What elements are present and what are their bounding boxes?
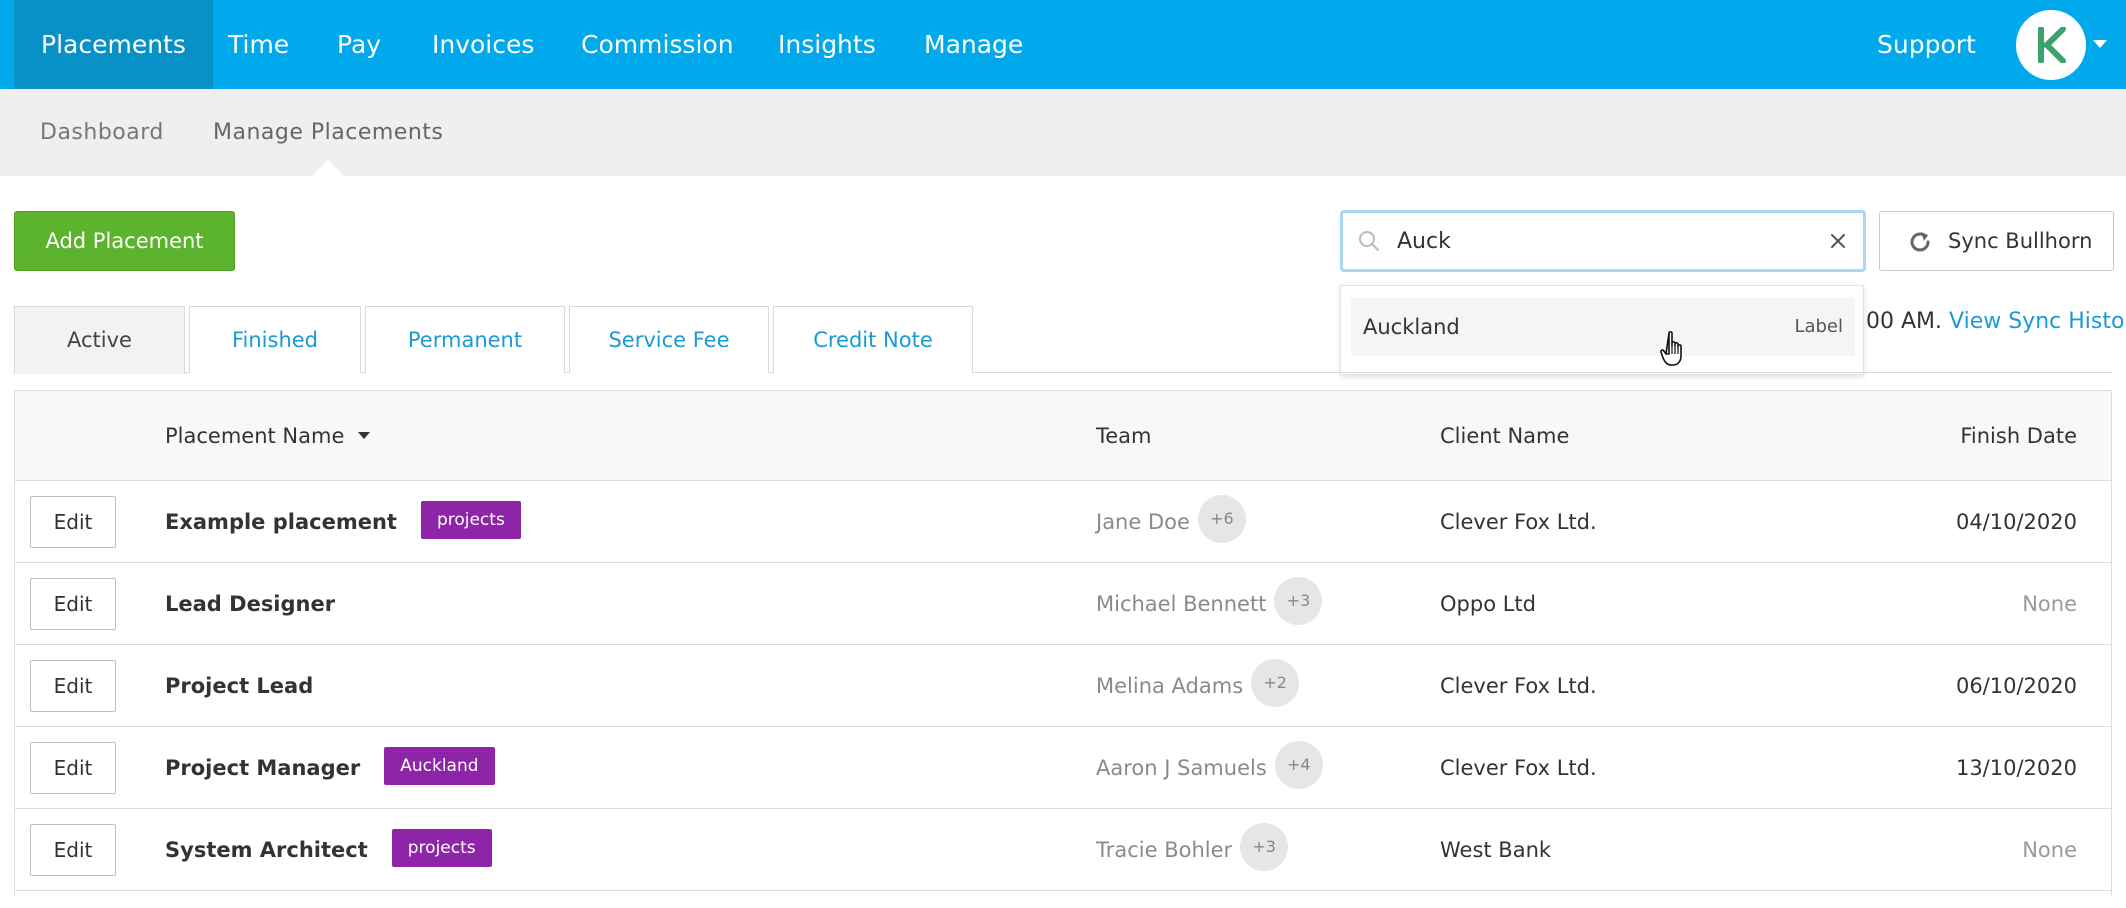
label-tag: Auckland [384,747,495,785]
team-count-badge: +6 [1197,495,1246,543]
nav-support[interactable]: Support [1850,0,2003,89]
team-cell: Tracie Bohler +3 [1096,809,1289,891]
hand-cursor-icon [1660,331,1682,366]
finish-date: 13/10/2020 [1955,756,2077,780]
nav-pay[interactable]: Pay [310,0,408,89]
suggestion-label: Auckland [1363,315,1460,339]
finish-date: 06/10/2020 [1955,674,2077,698]
table-row: Edit System Architect projects Tracie Boh… [15,809,2111,891]
column-placement-name[interactable]: Placement Name [165,391,371,481]
search-suggestions: Auckland Label [1340,285,1864,375]
team-cell: Jane Doe +6 [1096,481,1246,563]
team-cell: Michael Bennett +3 [1096,563,1323,645]
sync-bullhorn-label: Sync Bullhorn [1948,229,2093,253]
label-tag: projects [391,829,492,867]
label-tag: projects [420,501,521,539]
tab-credit-note[interactable]: Credit Note [773,306,973,373]
suggestion-type: Label [1794,316,1843,337]
search-icon [1359,231,1379,251]
nav-placements[interactable]: Placements [14,0,213,89]
active-indicator [312,160,344,176]
close-icon[interactable] [1828,231,1848,251]
placements-table: Placement Name Team Client Name Finish D… [14,390,2112,896]
tab-finished[interactable]: Finished [189,306,361,373]
placement-name: Lead Designer [165,592,336,616]
edit-button[interactable]: Edit [30,742,116,794]
refresh-icon [1910,232,1930,252]
nav-time[interactable]: Time [201,0,316,89]
client-name: Clever Fox Ltd. [1440,756,1597,780]
edit-button[interactable]: Edit [30,496,116,548]
team-cell: Aaron J Samuels +4 [1096,727,1323,809]
edit-button[interactable]: Edit [30,824,116,876]
tab-service-fee[interactable]: Service Fee [569,306,769,373]
placement-name: System Architect projects [165,809,492,891]
search-box[interactable] [1340,210,1866,272]
placement-name: Project Lead [165,674,314,698]
finish-date: 04/10/2020 [1955,510,2077,534]
sub-navigation: Dashboard Manage Placements [0,89,2126,176]
edit-button[interactable]: Edit [30,660,116,712]
finish-date: None [2022,838,2077,862]
team-count-badge: +3 [1240,823,1289,871]
suggestion-item[interactable]: Auckland Label [1351,298,1855,356]
client-name: Oppo Ltd [1440,592,1536,616]
chevron-down-icon[interactable] [2093,40,2107,48]
finish-date: None [2022,592,2077,616]
table-row: Edit Project Manager Auckland Aaron J Sam… [15,727,2111,809]
column-client-name: Client Name [1440,424,1570,448]
column-finish-date: Finish Date [1960,424,2077,448]
tab-permanent[interactable]: Permanent [365,306,565,373]
client-name: Clever Fox Ltd. [1440,674,1597,698]
kh-logo-icon [2038,27,2066,63]
sync-info: 00 AM. View Sync History [1866,309,2126,334]
tab-active[interactable]: Active [14,306,185,374]
placement-name: Example placement projects [165,481,521,563]
client-name: Clever Fox Ltd. [1440,510,1597,534]
team-cell: Melina Adams +2 [1096,645,1300,727]
team-count-badge: +4 [1274,741,1323,789]
placement-name: Project Manager Auckland [165,727,495,809]
view-sync-history-link[interactable]: View Sync History [1949,309,2126,334]
table-header: Placement Name Team Client Name Finish D… [15,391,2111,481]
column-team: Team [1096,424,1152,448]
table-row: Edit Example placement projects Jane Doe +… [15,481,2111,563]
top-navigation: Placements Time Pay Invoices Commission … [0,0,2126,89]
client-name: West Bank [1440,838,1552,862]
nav-invoices[interactable]: Invoices [405,0,561,89]
sync-bullhorn-button[interactable]: Sync Bullhorn [1879,211,2114,271]
table-row: Edit Lead Designer Michael Bennett +3 Opp… [15,563,2111,645]
nav-manage[interactable]: Manage [897,0,1050,89]
table-row: Edit Project Lead Melina Adams +2 Clever … [15,645,2111,727]
nav-insights[interactable]: Insights [751,0,903,89]
last-sync-text: 00 AM. [1866,309,1943,334]
team-count-badge: +2 [1251,659,1300,707]
nav-commission[interactable]: Commission [554,0,761,89]
user-avatar[interactable] [2016,10,2086,80]
team-count-badge: +3 [1274,577,1323,625]
search-input[interactable] [1397,224,1797,258]
sort-down-icon [358,431,371,439]
subnav-dashboard[interactable]: Dashboard [40,89,164,176]
add-placement-button[interactable]: Add Placement [14,211,235,271]
edit-button[interactable]: Edit [30,578,116,630]
